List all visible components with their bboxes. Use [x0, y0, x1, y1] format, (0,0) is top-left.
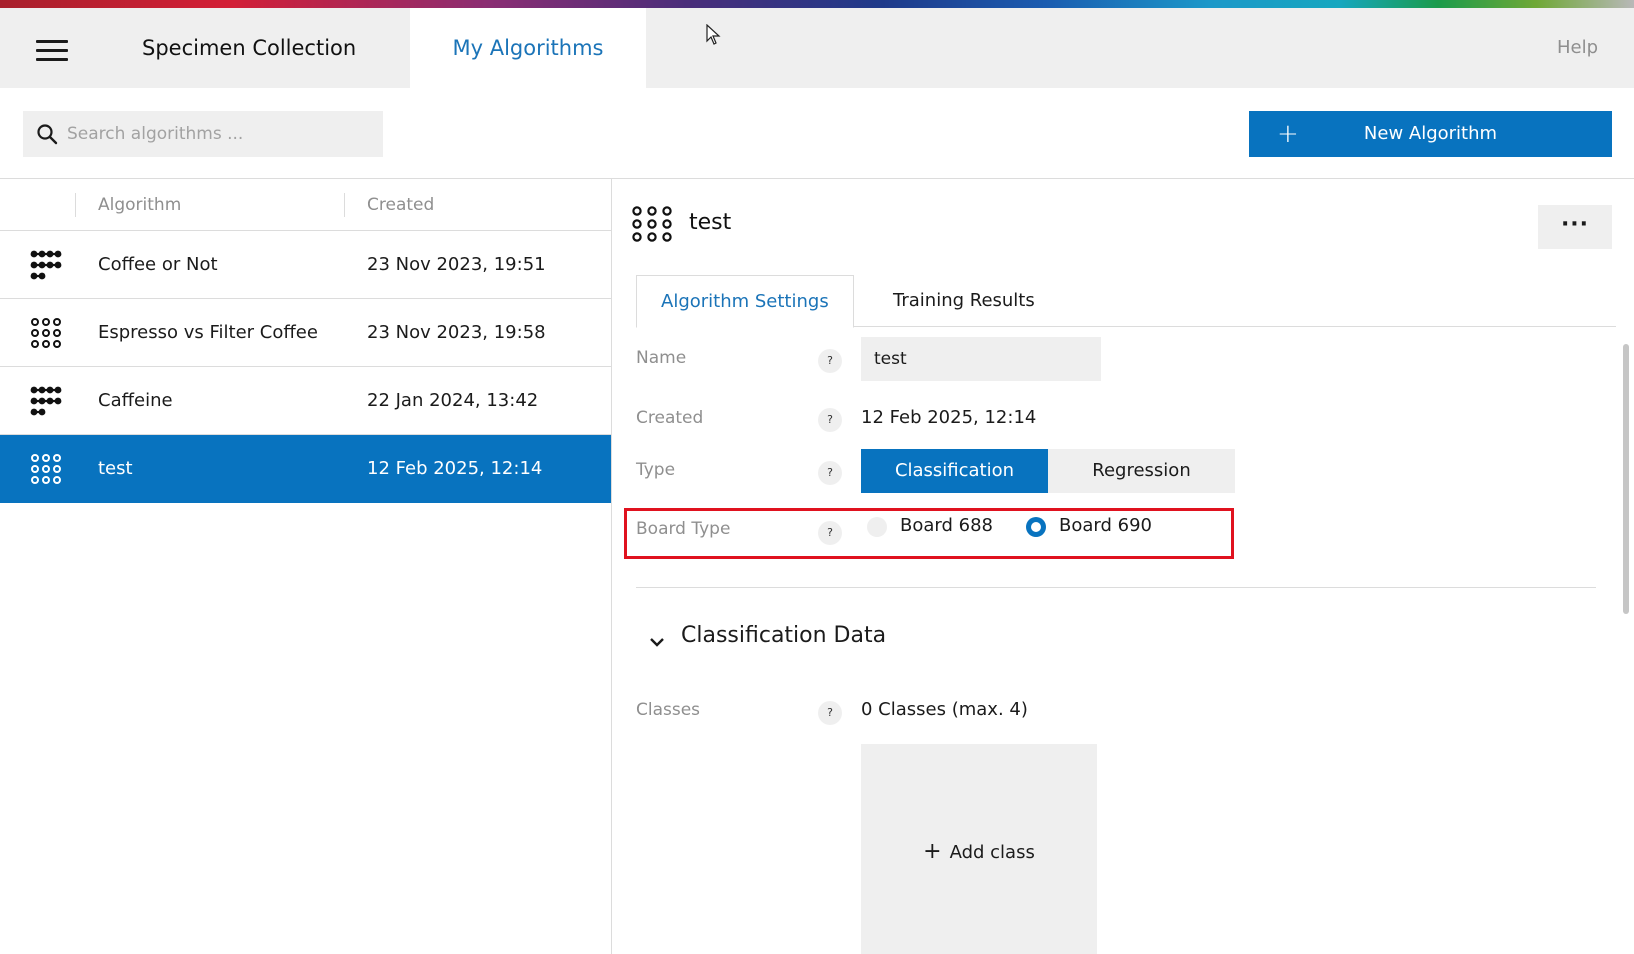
algorithm-name: Espresso vs Filter Coffee: [98, 322, 318, 343]
type-regression-button[interactable]: Regression: [1048, 449, 1235, 493]
column-header-created[interactable]: Created: [367, 179, 434, 231]
created-value: 12 Feb 2025, 12:14: [861, 407, 1037, 428]
algorithm-name: test: [98, 458, 133, 479]
name-label: Name: [636, 348, 687, 368]
name-field[interactable]: [861, 337, 1101, 381]
created-label: Created: [636, 408, 704, 428]
board-690-label[interactable]: Board 690: [1059, 515, 1152, 536]
classes-label: Classes: [636, 700, 701, 720]
board-690-radio[interactable]: [1026, 517, 1046, 537]
column-separator: [75, 193, 76, 217]
board-type-label: Board Type: [636, 519, 731, 539]
help-link[interactable]: Help: [1557, 8, 1598, 88]
scrollbar-thumb[interactable]: [1623, 344, 1629, 614]
help-icon[interactable]: ?: [818, 408, 842, 432]
more-options-button[interactable]: ···: [1538, 205, 1612, 249]
algorithm-created-date: 12 Feb 2025, 12:14: [367, 458, 543, 479]
help-icon[interactable]: ?: [818, 461, 842, 485]
type-classification-button[interactable]: Classification: [861, 449, 1048, 493]
board-688-label[interactable]: Board 688: [900, 515, 993, 536]
dot-grid-icon: [31, 318, 61, 348]
help-icon[interactable]: ?: [818, 701, 842, 725]
dot-grid-icon: [31, 454, 61, 484]
algorithm-list: Algorithm Created Coffee or Not 23 Nov 2…: [0, 179, 612, 954]
column-header-algorithm[interactable]: Algorithm: [98, 179, 181, 231]
algorithm-detail-panel: test ··· Algorithm Settings Training Res…: [613, 179, 1634, 954]
search-box[interactable]: [23, 111, 383, 157]
type-label: Type: [636, 460, 676, 480]
top-navigation-bar: Specimen Collection My Algorithms Help: [0, 8, 1634, 88]
detail-title: test: [689, 210, 732, 235]
search-icon: [37, 124, 58, 145]
chevron-down-icon[interactable]: [649, 634, 665, 650]
algorithm-created-date: 22 Jan 2024, 13:42: [367, 390, 539, 411]
brand-stripe: [0, 0, 1634, 8]
plus-icon: +: [923, 839, 942, 864]
algorithm-created-date: 23 Nov 2023, 19:51: [367, 254, 546, 275]
help-icon[interactable]: ?: [818, 521, 842, 545]
algorithm-created-date: 23 Nov 2023, 19:58: [367, 322, 546, 343]
detail-tabs: Algorithm Settings Training Results: [636, 275, 1616, 328]
hamburger-menu-icon[interactable]: [36, 40, 68, 61]
dense-network-icon: [30, 250, 62, 280]
list-item[interactable]: Caffeine 22 Jan 2024, 13:42: [0, 367, 611, 435]
list-item[interactable]: Coffee or Not 23 Nov 2023, 19:51: [0, 231, 611, 299]
tab-training-results[interactable]: Training Results: [869, 275, 1059, 328]
mouse-cursor-icon: [706, 24, 721, 45]
list-item[interactable]: Espresso vs Filter Coffee 23 Nov 2023, 1…: [0, 299, 611, 367]
list-item-selected[interactable]: test 12 Feb 2025, 12:14: [0, 435, 611, 503]
classification-data-heading[interactable]: Classification Data: [681, 623, 886, 648]
list-header: Algorithm Created: [0, 179, 611, 231]
help-icon[interactable]: ?: [818, 349, 842, 373]
add-class-label: Add class: [949, 842, 1035, 863]
section-divider: [636, 587, 1596, 588]
dense-network-icon: [30, 386, 62, 416]
algorithm-name: Coffee or Not: [98, 254, 218, 275]
nav-tab-specimen-collection[interactable]: Specimen Collection: [104, 8, 394, 88]
column-separator: [344, 193, 345, 217]
algorithm-name: Caffeine: [98, 390, 173, 411]
dot-grid-icon: [632, 206, 672, 242]
nav-tab-my-algorithms[interactable]: My Algorithms: [410, 8, 646, 88]
tab-algorithm-settings[interactable]: Algorithm Settings: [636, 275, 854, 328]
search-input[interactable]: [67, 111, 377, 157]
classes-count: 0 Classes (max. 4): [861, 699, 1028, 720]
add-class-button[interactable]: + Add class: [861, 744, 1097, 954]
new-algorithm-label: New Algorithm: [1363, 123, 1498, 144]
board-688-radio[interactable]: [867, 517, 887, 537]
new-algorithm-button[interactable]: + New Algorithm: [1249, 111, 1612, 157]
